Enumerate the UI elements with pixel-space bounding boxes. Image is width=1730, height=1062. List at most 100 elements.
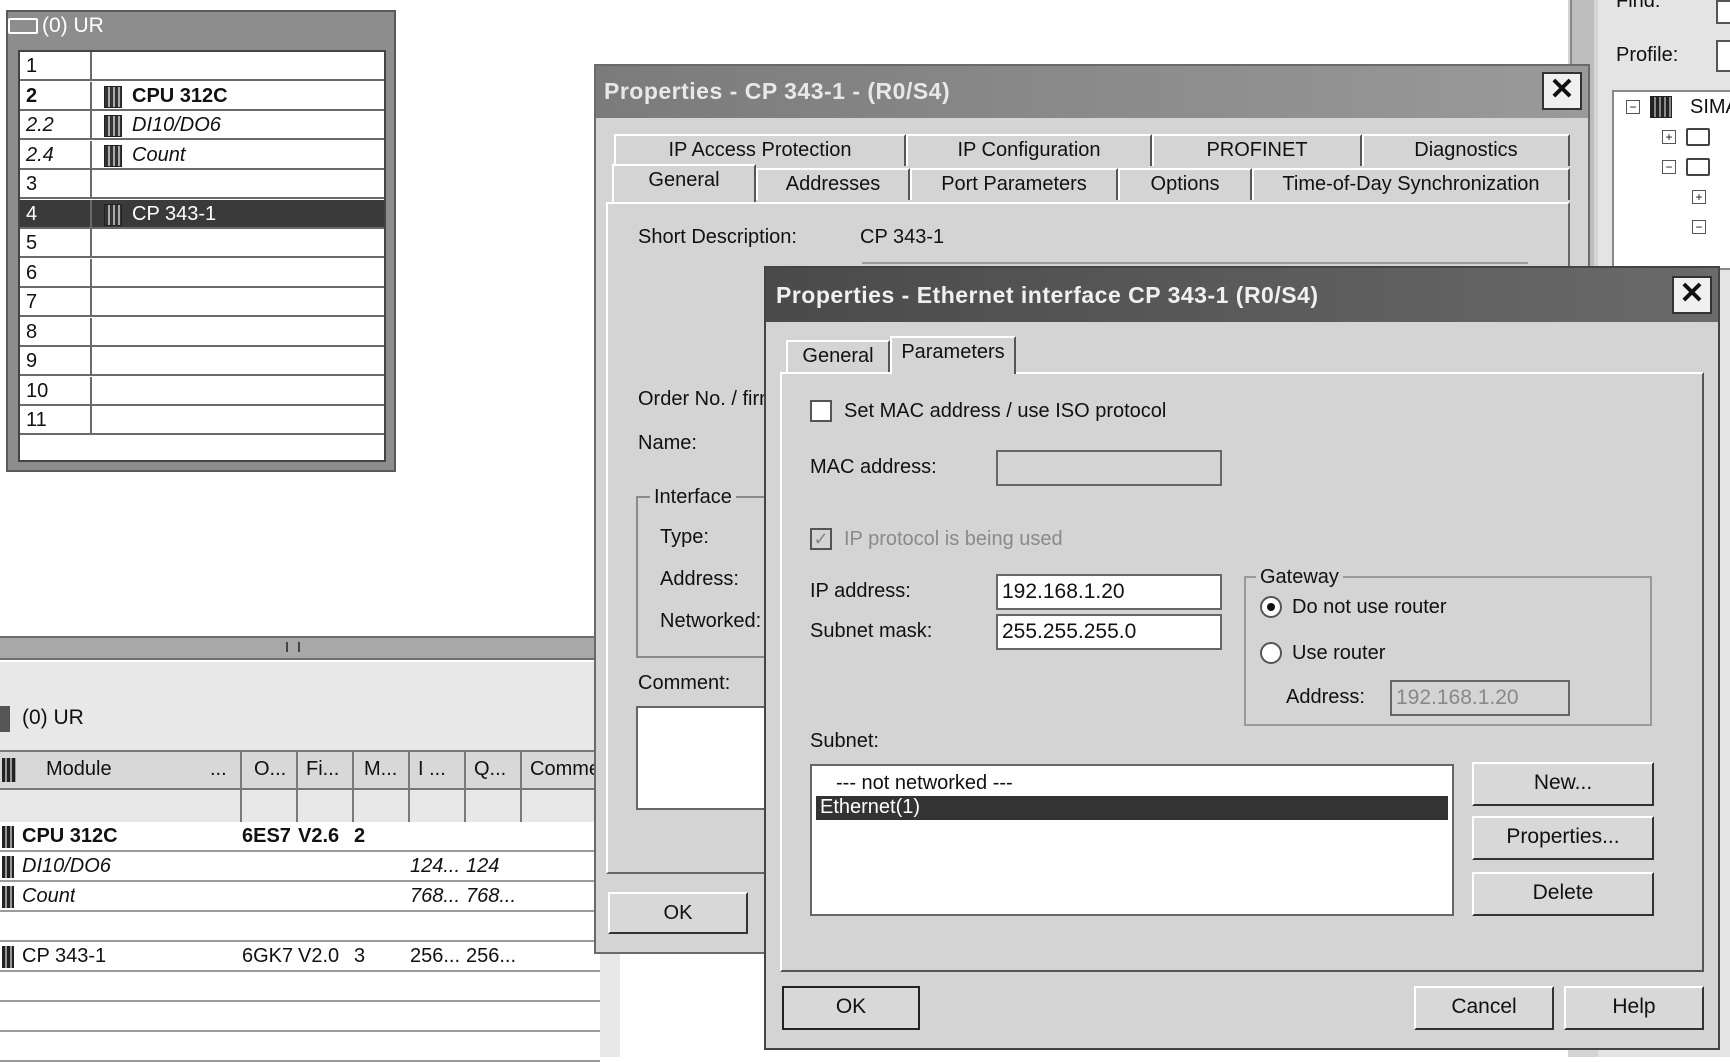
close-icon: ✕: [1549, 73, 1575, 106]
cp-close-button[interactable]: ✕: [1542, 72, 1582, 110]
table-cell-i: 768...: [410, 885, 461, 907]
rack-icon: [8, 18, 38, 35]
rack-column-divider: [90, 81, 92, 109]
table-header-cell[interactable]: Q...: [474, 758, 506, 781]
tab-time-of-day-synchronization[interactable]: Time-of-Day Synchronization: [1252, 168, 1570, 200]
rack-slot-number: 10: [26, 379, 49, 402]
table-cell-i: 256...: [410, 945, 461, 967]
subnet-item-ethernet-1[interactable]: Ethernet(1): [816, 796, 1448, 820]
table-cell-i: 124...: [410, 855, 461, 877]
rack-slot-row[interactable]: 7: [20, 288, 384, 317]
tree-collapse-icon[interactable]: −: [1692, 220, 1706, 234]
rack-column-divider: [90, 229, 92, 256]
short-description-label: Short Description:: [638, 226, 797, 248]
ip-protocol-label: IP protocol is being used: [844, 528, 1063, 550]
rack-slot-number: 8: [26, 320, 38, 343]
set-mac-checkbox[interactable]: [810, 400, 832, 422]
rack-title: (0) UR: [8, 14, 104, 38]
tree-root-label[interactable]: SIMA: [1690, 96, 1730, 119]
delete-subnet-button[interactable]: Delete: [1472, 872, 1654, 916]
rack-slot-row[interactable]: 11: [20, 406, 384, 435]
eth-cancel-button[interactable]: Cancel: [1414, 986, 1554, 1030]
table-cell-q: 124: [466, 855, 500, 877]
rack-slot-number: 4: [26, 202, 38, 225]
table-row-empty[interactable]: [0, 1032, 600, 1062]
pane-splitter[interactable]: [0, 636, 600, 660]
close-icon: ✕: [1679, 277, 1705, 310]
tab-eth-parameters[interactable]: Parameters: [890, 336, 1016, 374]
tree-collapse-icon[interactable]: −: [1662, 160, 1676, 174]
table-row-empty[interactable]: [0, 1002, 600, 1032]
mac-address-field[interactable]: [996, 450, 1222, 486]
subnet-properties-button[interactable]: Properties...: [1472, 816, 1654, 860]
table-header-cell[interactable]: Fi...: [306, 758, 339, 781]
table-cell-q: 256...: [466, 945, 517, 967]
rack-column-divider: [90, 406, 92, 433]
rack-module-name: DI10/DO6: [132, 114, 221, 136]
rack-slot-row[interactable]: 5: [20, 229, 384, 258]
rack-slot-row[interactable]: 1: [20, 52, 384, 81]
table-header-cell[interactable]: O...: [254, 758, 286, 781]
profile-label: Profile:: [1616, 44, 1679, 66]
eth-ok-button[interactable]: OK: [782, 986, 920, 1030]
table-header-cell[interactable]: ...: [210, 758, 227, 781]
table-row-empty[interactable]: [0, 912, 600, 942]
rack-slot-row[interactable]: 6: [20, 258, 384, 288]
cp-ok-button[interactable]: OK: [608, 892, 748, 934]
table-cell-firmware: V2.0: [298, 945, 340, 967]
table-row-empty[interactable]: [0, 972, 600, 1002]
profile-select[interactable]: [1716, 40, 1730, 72]
do-not-use-router-radio[interactable]: [1260, 596, 1282, 618]
subnet-item-not-networked[interactable]: --- not networked ---: [816, 772, 1448, 796]
eth-help-button[interactable]: Help: [1564, 986, 1704, 1030]
find-input[interactable]: [1716, 0, 1730, 24]
rack-slot-row[interactable]: 2.4 Count: [20, 140, 384, 170]
rack-slot-row[interactable]: 8: [20, 317, 384, 347]
tab-ip-configuration[interactable]: IP Configuration: [906, 134, 1152, 166]
tab-port-parameters[interactable]: Port Parameters: [910, 168, 1118, 200]
rack-small-icon: [0, 706, 10, 732]
router-address-label: Address:: [1286, 686, 1365, 708]
rack-slot-number: 2: [26, 84, 38, 107]
ip-address-field[interactable]: 192.168.1.20: [996, 574, 1222, 610]
table-header-cell[interactable]: M...: [364, 758, 397, 781]
tree-expand-icon[interactable]: +: [1692, 190, 1706, 204]
table-header-cell[interactable]: I ...: [418, 758, 446, 781]
rack-slot-row[interactable]: 10: [20, 376, 384, 406]
new-subnet-button[interactable]: New...: [1472, 762, 1654, 806]
rack-slot-number: 3: [26, 173, 38, 195]
module-column-icon: [2, 758, 16, 782]
rack-slot-row[interactable]: 9: [20, 347, 384, 376]
address-label: Address:: [660, 568, 739, 590]
splitter-grip-icon[interactable]: [286, 642, 300, 652]
tab-options[interactable]: Options: [1118, 168, 1252, 200]
tab-ip-access-protection[interactable]: IP Access Protection: [614, 134, 906, 166]
tree-collapse-icon[interactable]: −: [1626, 100, 1640, 114]
rack-column-divider: [90, 52, 92, 79]
tab-general[interactable]: General: [612, 164, 756, 202]
rack-slot-row[interactable]: 4 CP 343-1: [20, 199, 384, 229]
tab-diagnostics[interactable]: Diagnostics: [1362, 134, 1570, 166]
rack-column-divider: [90, 140, 92, 168]
tab-eth-general[interactable]: General: [786, 340, 890, 372]
folder-icon: [1686, 158, 1710, 176]
eth-close-button[interactable]: ✕: [1672, 276, 1712, 314]
tab-profinet[interactable]: PROFINET: [1152, 134, 1362, 166]
rack-slot-row[interactable]: 2.2 DI10/DO6: [20, 111, 384, 140]
subnet-mask-field[interactable]: 255.255.255.0: [996, 614, 1222, 650]
description-divider: [862, 262, 1528, 264]
rack-slot-row[interactable]: 2 CPU 312C: [20, 81, 384, 111]
rack-column-divider: [90, 111, 92, 138]
router-address-field: 192.168.1.20: [1390, 680, 1570, 716]
tab-addresses[interactable]: Addresses: [756, 168, 910, 200]
subnet-list[interactable]: --- not networked --- Ethernet(1): [810, 764, 1454, 916]
tree-expand-icon[interactable]: +: [1662, 130, 1676, 144]
table-header-cell[interactable]: Comme: [530, 758, 600, 781]
use-router-radio[interactable]: [1260, 642, 1282, 664]
table-cell-firmware: V2.6: [298, 825, 340, 847]
rack-slot-row[interactable]: 3: [20, 170, 384, 199]
table-cell-mpi: 2: [354, 825, 366, 847]
folder-icon: [1686, 128, 1710, 146]
table-header-cell[interactable]: Module: [46, 758, 112, 781]
order-number-label: Order No. / firm: [638, 388, 776, 410]
